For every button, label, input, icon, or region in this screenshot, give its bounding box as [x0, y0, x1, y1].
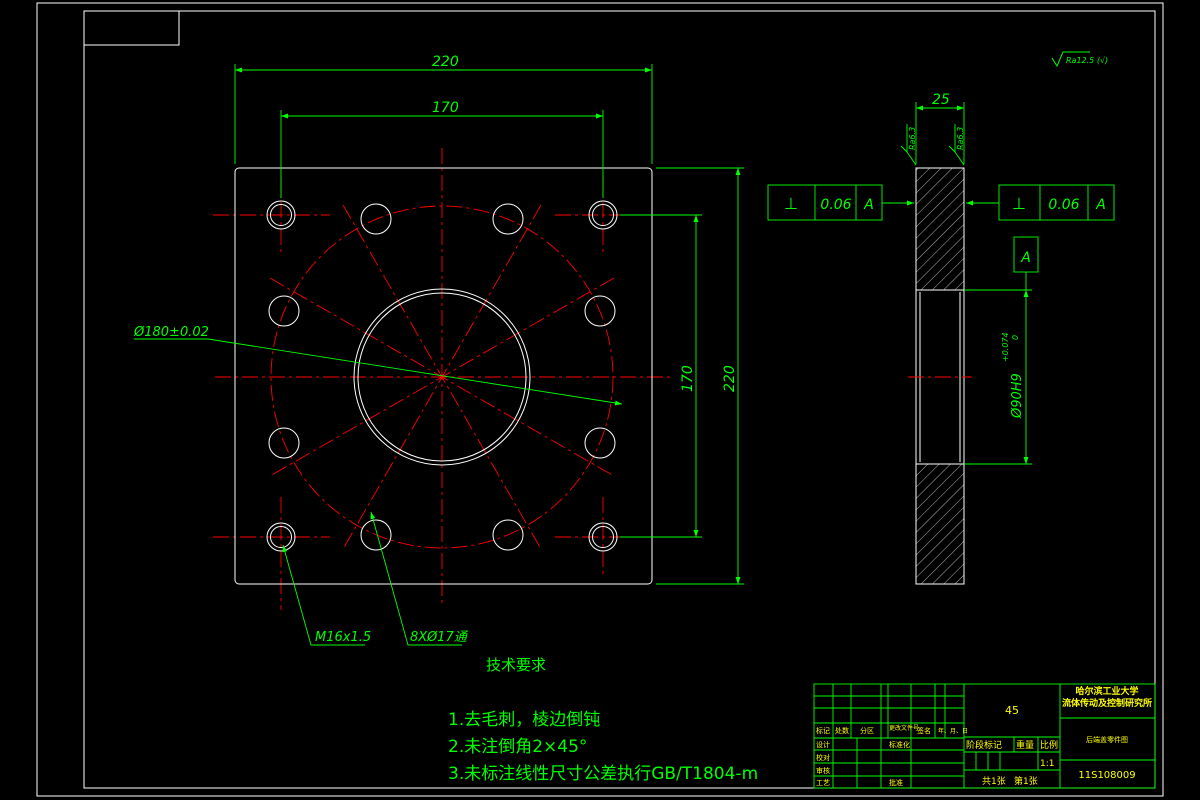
tb-weight: 重量	[1016, 739, 1034, 751]
tolerance-frame-right: ⊥ 0.06 A	[1012, 194, 1106, 213]
dim-holes: 8XØ17通	[410, 630, 469, 645]
tb-material: 45	[1005, 704, 1019, 717]
dim-bolt-spacing-v: 170	[680, 365, 696, 392]
dim-thread: M16x1.5	[315, 630, 371, 645]
tb-stage-mark: 阶段标记	[966, 739, 1002, 751]
tb-department: 流体传动及控制研究所	[1062, 697, 1152, 709]
tb-scale: 1:1	[1040, 759, 1054, 769]
dim-bore-tol-lower: 0	[1011, 335, 1020, 340]
surface-finish-general-label: Ra12.5 (√)	[1066, 56, 1108, 65]
tb-label-designer: 设计	[816, 740, 830, 749]
tb-scale-label: 比例	[1040, 739, 1058, 751]
tech-requirements-heading: 技术要求	[486, 656, 546, 674]
tol-symbol-right: ⊥	[1012, 194, 1026, 213]
dim-pcd: Ø180±0.02	[133, 325, 209, 340]
section-view: 25 Ra6.3 Ra6.3 Ø90H9 +0.074 0 A ⊥ 0.06 A…	[767, 92, 1115, 585]
tb-institution: 哈尔滨工业大学	[1075, 685, 1138, 697]
dim-plate-width: 220	[432, 54, 459, 70]
tb-label-approve: 批准	[889, 778, 903, 787]
tb-drawing-number: 11S108009	[1078, 770, 1135, 781]
tolerance-frame-left: ⊥ 0.06 A	[784, 194, 874, 213]
tech-requirements: 技术要求 1.去毛刺，棱边倒钝 2.未注倒角2×45° 3.未标注线性尺寸公差执…	[448, 656, 758, 784]
dim-thickness: 25	[932, 92, 950, 108]
front-view: 220 170 170 220 Ø180±0.02 M16x1.5 8XØ17通	[133, 54, 744, 646]
tb-label-change-doc: 更改文件号	[889, 724, 919, 732]
tb-label-process: 工艺	[816, 779, 830, 787]
tb-label-reviewer: 审核	[816, 766, 830, 775]
tol-value-right: 0.06	[1048, 197, 1079, 213]
surface-finish-general: Ra12.5 (√)	[1051, 51, 1108, 68]
tol-datum-left: A	[863, 197, 874, 213]
tb-label-zone: 分区	[860, 726, 874, 735]
tb-sheet-no: 第1张	[1014, 775, 1038, 787]
tb-label-signature: 签名	[917, 726, 931, 735]
tech-requirement-2: 2.未注倒角2×45°	[448, 737, 587, 757]
tb-label-count: 处数	[835, 726, 849, 735]
tol-symbol-left: ⊥	[784, 194, 798, 213]
datum-label: A	[1020, 250, 1031, 266]
surface-finish-right: Ra6.3	[956, 127, 965, 150]
tol-value-left: 0.06	[820, 197, 851, 213]
centerlines	[213, 148, 672, 610]
tech-requirement-3: 3.未标注线性尺寸公差执行GB/T1804-m	[448, 764, 758, 784]
tb-part-name: 后端盖零件图	[1086, 735, 1128, 744]
dim-bore: Ø90H9	[1010, 373, 1025, 419]
tb-label-mark: 标记	[816, 726, 830, 735]
tech-requirement-1: 1.去毛刺，棱边倒钝	[448, 710, 600, 730]
dim-bore-tol-upper: +0.074	[1001, 332, 1010, 362]
title-block: 标记 处数 分区 更改文件号 签名 年、月、日 设计 标准化 校对 审核 工艺 …	[813, 683, 1156, 789]
dim-plate-height: 220	[722, 365, 738, 392]
dim-bolt-spacing-h: 170	[432, 100, 459, 116]
tb-sheets-total: 共1张	[982, 776, 1006, 787]
tb-label-date: 年、月、日	[938, 727, 968, 735]
tb-label-checker: 校对	[816, 753, 830, 762]
tb-label-standardize: 标准化	[889, 740, 910, 749]
engineering-drawing: Ra12.5 (√) 220 170 170 220 Ø180±0.02 M16…	[36, 2, 1164, 797]
tol-datum-right: A	[1095, 197, 1106, 213]
surface-finish-left: Ra6.3	[908, 127, 917, 150]
sheet-frame	[36, 2, 1164, 797]
